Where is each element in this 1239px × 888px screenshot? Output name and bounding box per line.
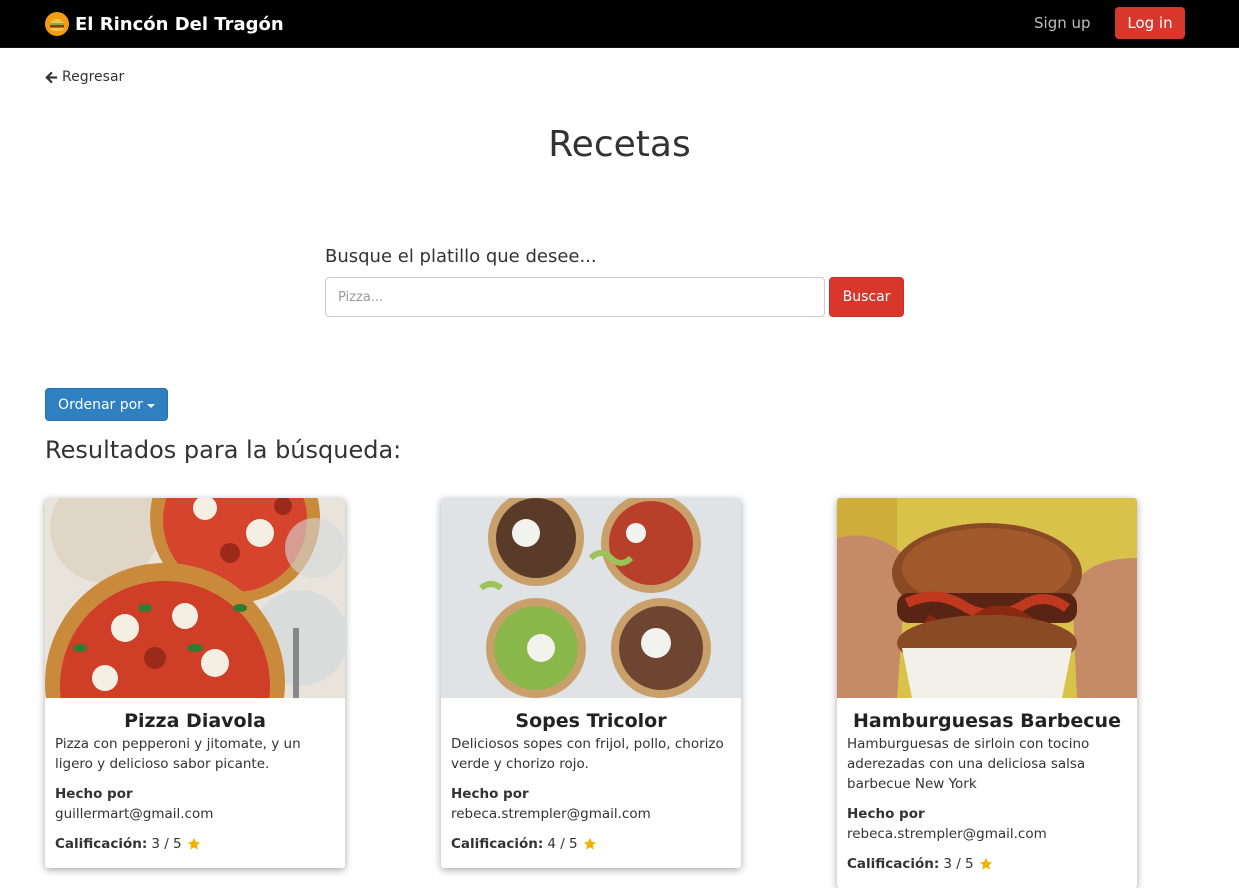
recipe-image (837, 498, 1137, 698)
recipe-author: rebeca.strempler@gmail.com (847, 826, 1047, 842)
recipe-rating: Calificación: 3 / 5 (55, 834, 335, 854)
recipe-title[interactable]: Pizza Diavola (55, 708, 335, 734)
star-icon (979, 857, 992, 870)
rating-value: 3 / 5 (943, 856, 974, 872)
search-button[interactable]: Buscar (829, 277, 904, 317)
recipe-title[interactable]: Hamburguesas Barbecue (847, 708, 1127, 734)
brand-name: El Rincón Del Tragón (75, 13, 284, 35)
made-by-label: Hecho por (847, 806, 925, 822)
recipe-card-pizza-diavola[interactable]: Pizza Diavola Pizza con pepperoni y jito… (45, 498, 345, 868)
made-by-label: Hecho por (451, 786, 529, 802)
brand-link[interactable]: El Rincón Del Tragón (45, 10, 284, 38)
signup-link[interactable]: Sign up (1034, 14, 1091, 32)
recipe-description: Hamburguesas de sirloin con tocino adere… (847, 736, 1090, 792)
rating-label: Calificación: (55, 836, 148, 852)
made-by-label: Hecho por (55, 786, 133, 802)
back-label: Regresar (62, 69, 125, 85)
recipe-image (45, 498, 345, 698)
burger-logo-icon (45, 12, 69, 36)
results-title: Resultados para la búsqueda: (45, 436, 402, 464)
star-icon (187, 837, 200, 850)
rating-label: Calificación: (451, 836, 544, 852)
recipe-rating: Calificación: 4 / 5 (451, 834, 731, 854)
back-link[interactable]: Regresar (45, 69, 124, 85)
caret-down-icon (146, 403, 155, 408)
sort-dropdown-button[interactable]: Ordenar por (45, 388, 168, 421)
arrow-left-icon (45, 71, 58, 83)
recipe-author: guillermart@gmail.com (55, 806, 214, 822)
sort-label: Ordenar por (58, 396, 143, 413)
recipe-image (441, 498, 741, 698)
recipe-title[interactable]: Sopes Tricolor (451, 708, 731, 734)
navbar: El Rincón Del Tragón Sign up Log in (0, 0, 1239, 48)
recipe-card-hamburguesas-barbecue[interactable]: Hamburguesas Barbecue Hamburguesas de si… (837, 498, 1137, 888)
rating-value: 4 / 5 (547, 836, 578, 852)
recipe-description: Pizza con pepperoni y jitomate, y un lig… (55, 736, 301, 772)
page-title: Recetas (548, 124, 691, 165)
recipe-card-sopes-tricolor[interactable]: Sopes Tricolor Deliciosos sopes con frij… (441, 498, 741, 868)
rating-value: 3 / 5 (151, 836, 182, 852)
recipe-rating: Calificación: 3 / 5 (847, 854, 1127, 874)
star-icon (583, 837, 596, 850)
recipe-author: rebeca.strempler@gmail.com (451, 806, 651, 822)
rating-label: Calificación: (847, 856, 940, 872)
search-input[interactable] (325, 277, 825, 317)
recipe-description: Deliciosos sopes con frijol, pollo, chor… (451, 736, 724, 772)
search-label: Busque el platillo que desee... (325, 246, 597, 267)
login-button[interactable]: Log in (1115, 7, 1185, 39)
